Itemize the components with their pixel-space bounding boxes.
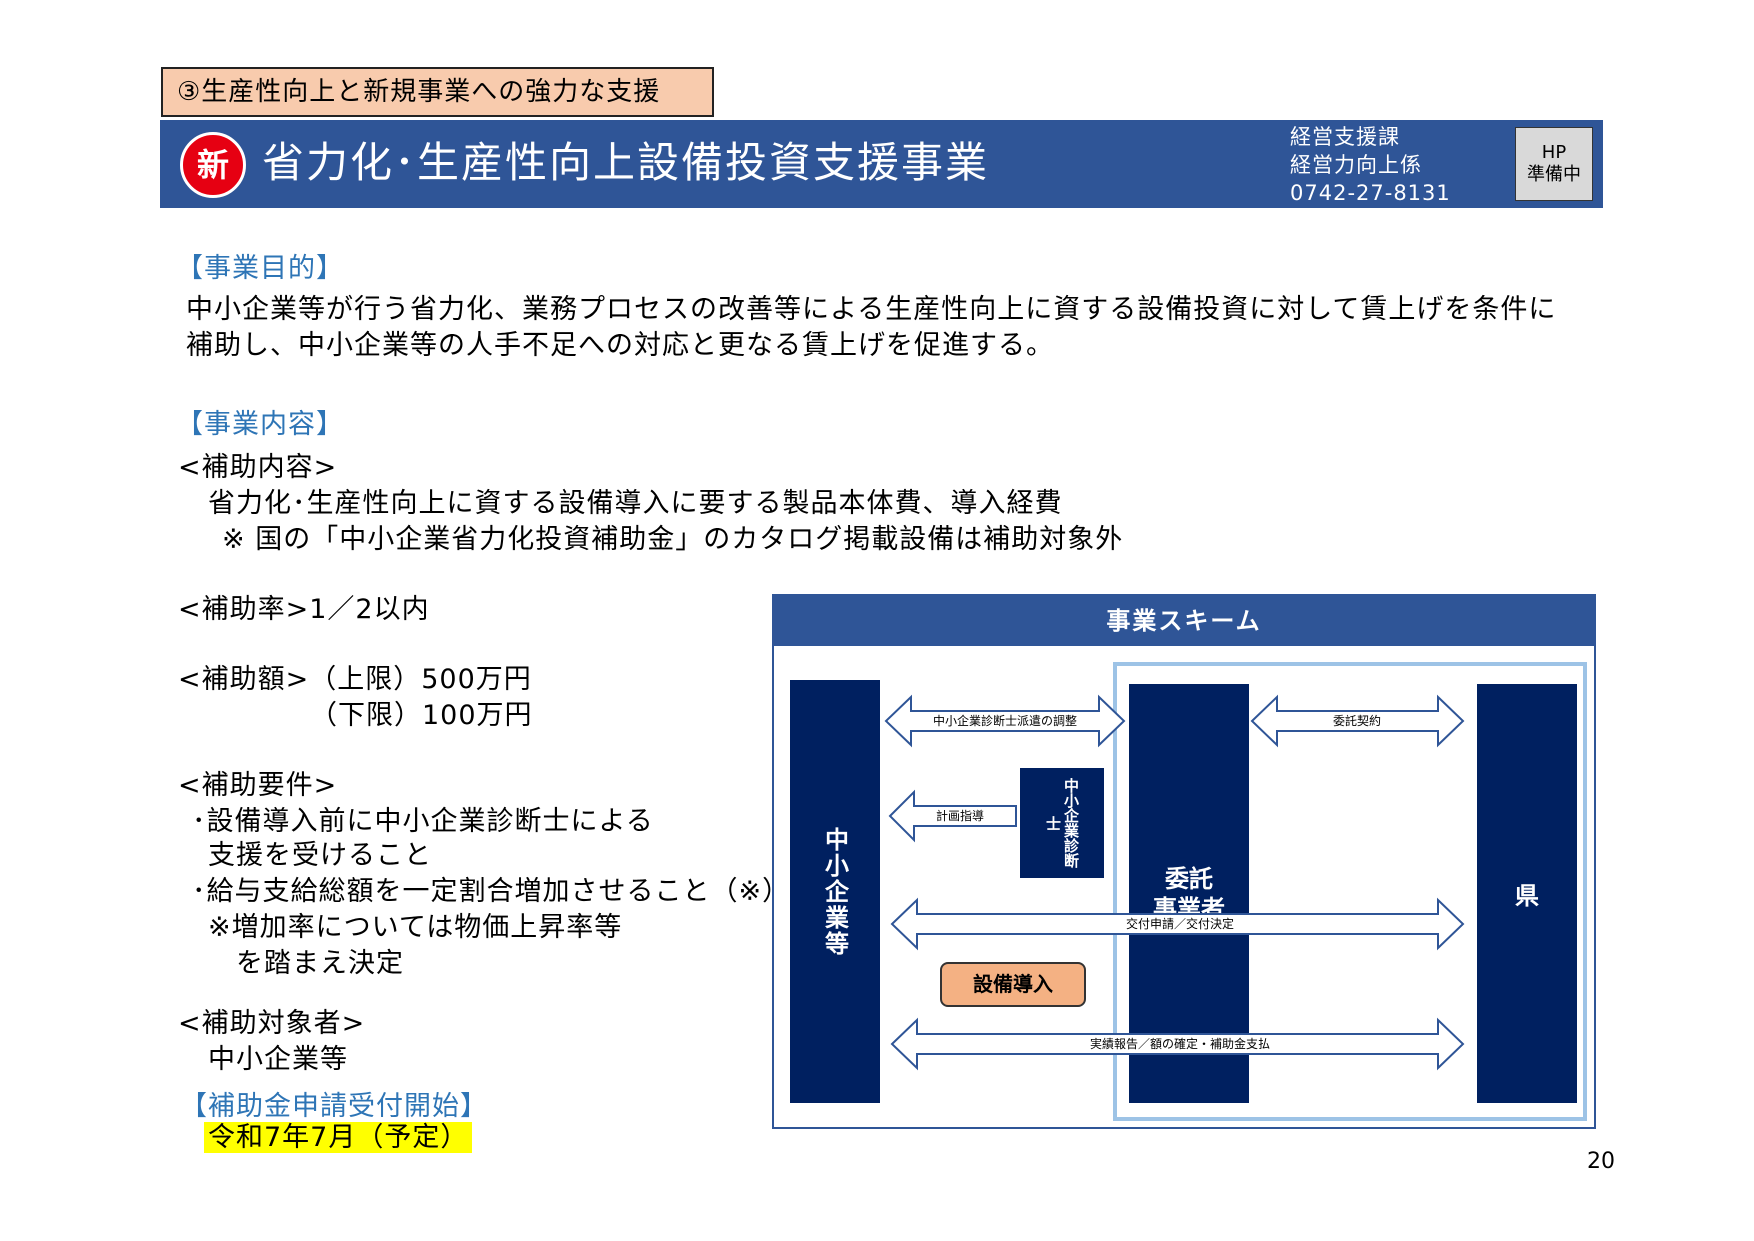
equipment-install-box: 設備導入 [940,962,1086,1007]
contract-arrow-label: 委託契約 [1333,713,1381,728]
scheme-arrows: 中小企業診断士派遣の調整 委託契約 計画指導 交付申請／交付決定 実績報告／額の… [884,694,1465,1071]
report-arrow-label: 実績報告／額の確定・補助金支払 [1090,1036,1270,1051]
page-number: 20 [1587,1149,1615,1174]
guidance-arrow-label: 計画指導 [936,808,984,823]
dispatch-arrow-label: 中小企業診断士派遣の調整 [933,713,1077,728]
grant-arrow-label: 交付申請／交付決定 [1126,916,1234,931]
